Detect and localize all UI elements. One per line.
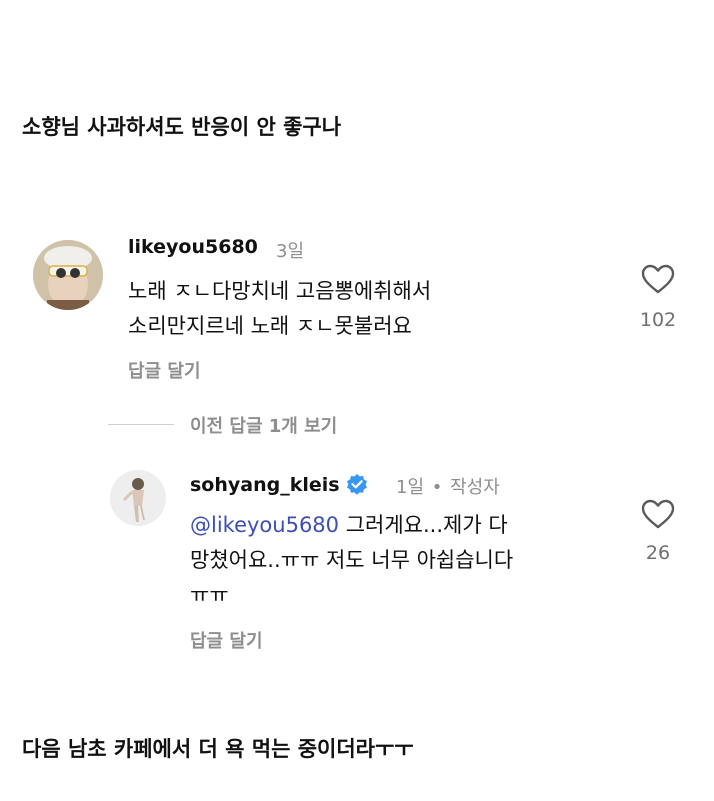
reply-username-text[interactable]: sohyang_kleis <box>190 474 340 496</box>
view-previous-replies[interactable]: 이전 답글 1개 보기 <box>190 412 337 438</box>
heart-icon[interactable] <box>641 264 675 294</box>
reply-text-line2: 망쳤어요..ㅠㅠ 저도 너무 아쉽습니다 <box>190 548 514 572</box>
reply-time: 1일 <box>396 477 425 498</box>
like-count: 26 <box>645 542 671 564</box>
reply-button[interactable]: 답글 달기 <box>128 357 201 383</box>
reply-username[interactable]: sohyang_kleis <box>190 473 368 496</box>
avatar[interactable] <box>33 240 103 310</box>
comment-time: 3일 <box>276 241 305 262</box>
reply-text-line1: @likeyou5680 그러게요...제가 다 <box>190 508 508 543</box>
reply-text-line1-rest: 그러게요...제가 다 <box>339 513 508 537</box>
caption-top: 소향님 사과하셔도 반응이 안 좋구나 <box>22 115 342 139</box>
comment-text-line1: 노래 ㅈㄴ다망치네 고음뽕에취해서 <box>128 279 432 303</box>
heart-icon[interactable] <box>641 499 675 529</box>
divider <box>108 424 174 425</box>
comment-username[interactable]: likeyou5680 <box>128 236 258 258</box>
like-count: 102 <box>639 309 677 331</box>
reply-button[interactable]: 답글 달기 <box>190 627 263 653</box>
caption-bottom: 다음 남초 카페에서 더 욕 먹는 중이더라ㅜㅜ <box>22 737 414 761</box>
mention-link[interactable]: @likeyou5680 <box>190 513 339 537</box>
comment-text-line2: 소리만지르네 노래 ㅈㄴ못불러요 <box>128 314 412 338</box>
verified-badge-icon <box>346 474 367 495</box>
reply-meta: 1일 • 작성자 <box>396 473 500 499</box>
meta-separator: • <box>431 477 443 498</box>
reply-text-line3: ㅠㅠ <box>190 583 229 607</box>
avatar[interactable] <box>110 470 166 526</box>
author-tag: 작성자 <box>450 477 500 498</box>
